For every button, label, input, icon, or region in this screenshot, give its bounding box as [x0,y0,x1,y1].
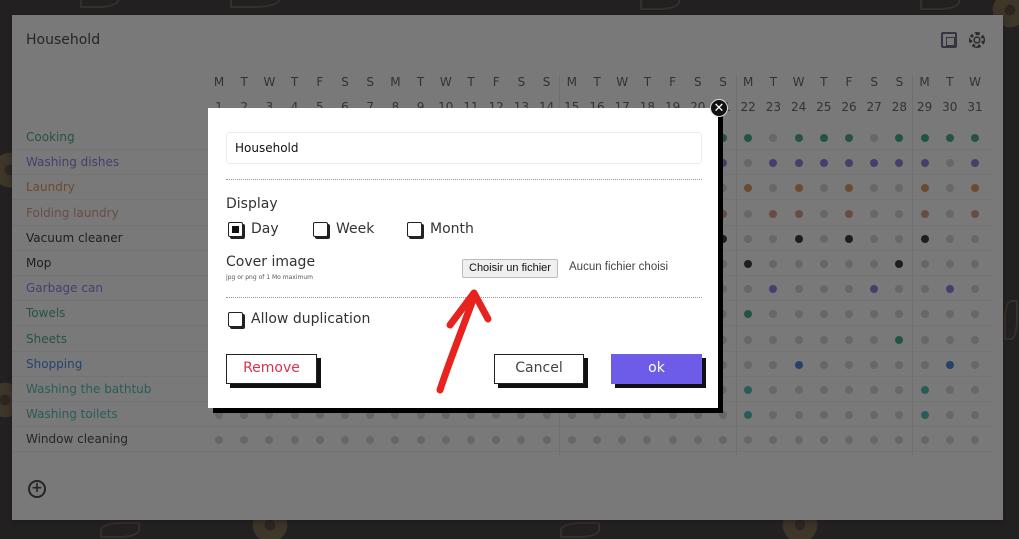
cover-image-hint: jpg or png of 1 Mo maximum [226,274,313,281]
divider [226,179,702,180]
checkbox-label: Allow duplication [251,311,371,327]
annotation-arrow-icon [436,289,492,394]
allow-duplication-option[interactable]: Allow duplication [228,311,370,327]
close-icon[interactable]: ✕ [710,99,728,117]
cancel-button[interactable]: Cancel [494,354,584,384]
ok-button[interactable]: ok [611,354,702,384]
checkbox-week[interactable] [313,221,328,237]
checkbox-allow-duplication[interactable] [228,311,243,327]
checkbox-label: Week [336,221,375,237]
display-label: Display [226,196,278,212]
checkbox-month[interactable] [407,221,422,237]
display-option-month[interactable]: Month [407,221,474,237]
display-option-day[interactable]: Day [228,221,279,237]
checkbox-label: Month [430,221,474,237]
remove-button[interactable]: Remove [226,354,317,384]
checkbox-label: Day [251,221,279,237]
file-status: Aucun fichier choisi [569,261,669,273]
cover-image-label: Cover image [226,254,316,270]
file-button[interactable]: Choisir un fichier [462,259,558,278]
checkbox-day[interactable] [228,221,243,237]
display-option-week[interactable]: Week [313,221,374,237]
calendar-name-input[interactable] [226,132,702,164]
